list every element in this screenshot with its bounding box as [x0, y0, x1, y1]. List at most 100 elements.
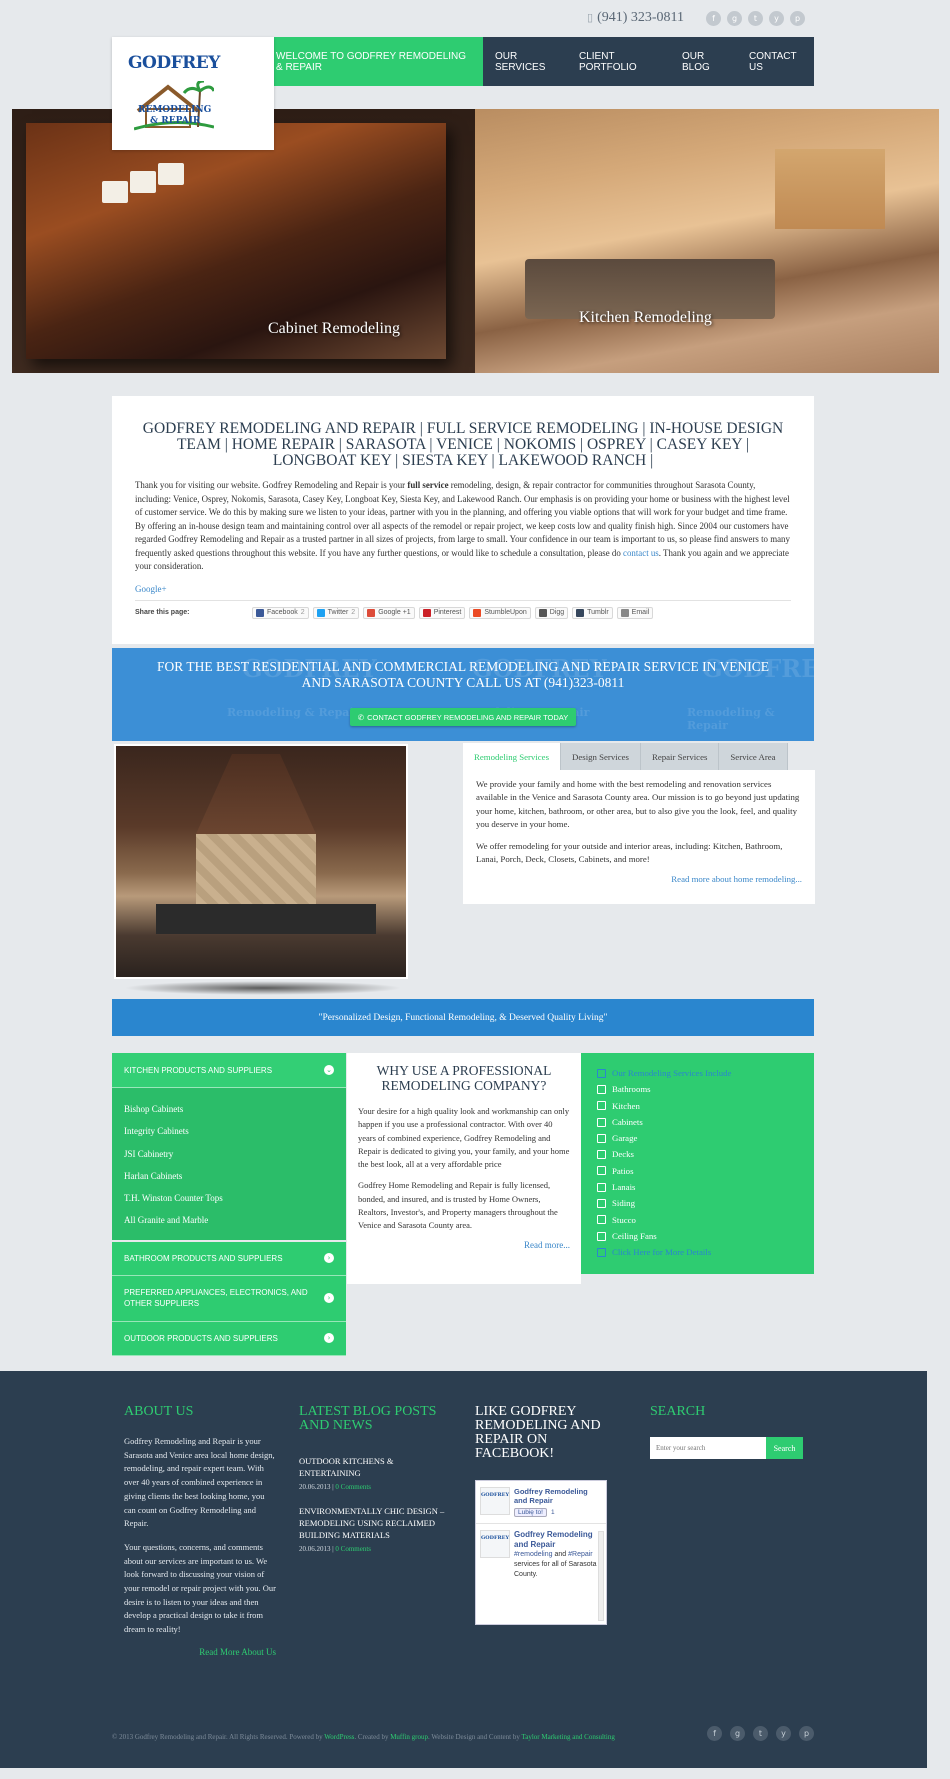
- tab-design-services[interactable]: Design Services: [561, 743, 641, 770]
- google-plus-link[interactable]: Google+: [135, 584, 791, 594]
- services-heading: Our Remodeling Services Include: [597, 1065, 798, 1081]
- intro-title: GODFREY REMODELING AND REPAIR | FULL SER…: [142, 420, 784, 469]
- supplier-item: Integrity Cabinets: [124, 1126, 189, 1137]
- hero-image-kitchen: Kitchen Remodeling: [475, 109, 939, 373]
- youtube-icon[interactable]: y: [769, 11, 784, 26]
- contact-today-button[interactable]: ✆ CONTACT GODFREY REMODELING AND REPAIR T…: [350, 708, 576, 726]
- muffin-group-link[interactable]: Muffin group: [390, 1733, 428, 1741]
- service-item: Cabinets: [597, 1114, 798, 1130]
- why-section: WHY USE A PROFESSIONAL REMODELING COMPAN…: [347, 1053, 581, 1284]
- supplier-item: Bishop Cabinets: [124, 1104, 184, 1114]
- service-item: Patios: [597, 1163, 798, 1179]
- tab-service-area[interactable]: Service Area: [719, 743, 788, 770]
- share-email-button[interactable]: Email: [616, 606, 654, 619]
- supplier-item: T.H. Winston Counter Tops: [124, 1193, 223, 1204]
- footer-about-paragraph-1: Godfrey Remodeling and Repair is your Sa…: [124, 1436, 275, 1529]
- pinterest-icon[interactable]: p: [799, 1726, 814, 1741]
- chevron-right-icon: ›: [324, 1293, 334, 1304]
- header-phone[interactable]: ▯ (941) 323-0811: [587, 10, 684, 26]
- nav-item-client-portfolio[interactable]: CLIENT PORTFOLIO: [567, 37, 670, 86]
- blog-post-title[interactable]: OUTDOOR KITCHENS & ENTERTAINING: [299, 1455, 451, 1479]
- services-more-link[interactable]: Click Here for More Details: [597, 1244, 798, 1260]
- twitter-icon[interactable]: t: [748, 11, 763, 26]
- intro-body: Thank you for visiting our website. Godf…: [135, 480, 790, 571]
- pinterest-icon[interactable]: p: [790, 11, 805, 26]
- header-social-links: f g t y p: [706, 11, 805, 26]
- share-label: Share this page:: [135, 609, 190, 616]
- checkbox-icon: [597, 1166, 606, 1176]
- share-twitter-button[interactable]: Twitter 2: [312, 606, 360, 619]
- share-bar: Share this page: Facebook 2 Twitter 2 Google…: [135, 599, 791, 619]
- accordion-kitchen-header[interactable]: KITCHEN PRODUCTS AND SUPPLIERS ⌄: [112, 1053, 346, 1088]
- tagline-bar: "Personalized Design, Functional Remodel…: [112, 999, 814, 1036]
- why-read-more-link[interactable]: Read more...: [358, 1240, 570, 1250]
- supplier-item: JSI Cabinetry: [124, 1148, 174, 1159]
- google-plus-icon[interactable]: g: [730, 1726, 745, 1741]
- fb-like-button[interactable]: Lubię to!: [514, 1508, 547, 1517]
- fb-post-avatar: GODFREY: [480, 1530, 510, 1558]
- supplier-item: All Granite and Marble: [124, 1215, 209, 1226]
- share-stumbleupon-button[interactable]: StumbleUpon: [469, 606, 531, 619]
- tab-repair-services[interactable]: Repair Services: [640, 743, 720, 770]
- accordion-bathroom-header[interactable]: BATHROOM PRODUCTS AND SUPPLIERS ›: [112, 1241, 346, 1276]
- blog-post-title[interactable]: ENVIRONMENTALLY CHIC DESIGN – REMODELING…: [299, 1505, 451, 1541]
- wordpress-link[interactable]: WordPress: [324, 1733, 354, 1741]
- why-title: WHY USE A PROFESSIONAL REMODELING COMPAN…: [376, 1063, 552, 1093]
- fb-page-header: GODFREY Godfrey Remodeling and Repair Lu…: [476, 1481, 606, 1524]
- checkbox-icon: [597, 1247, 606, 1257]
- why-paragraph-1: Your desire for a high quality look and …: [358, 1106, 570, 1170]
- footer-about-paragraph-2: Your questions, concerns, and comments a…: [124, 1541, 277, 1635]
- kitchen-cabinets-graphic: [775, 149, 885, 229]
- fb-scrollbar[interactable]: [598, 1531, 604, 1621]
- read-more-remodeling-link[interactable]: Read more about home remodeling...: [476, 873, 802, 886]
- service-item: Siding: [597, 1195, 798, 1211]
- services-tabs: Remodeling Services Design Services Repa…: [463, 743, 815, 904]
- share-digg-button[interactable]: Digg: [534, 606, 569, 619]
- facebook-icon[interactable]: f: [706, 11, 721, 26]
- search-input[interactable]: [650, 1437, 766, 1459]
- nav-item-our-services[interactable]: OUR SERVICES: [483, 37, 567, 86]
- youtube-icon[interactable]: y: [776, 1726, 791, 1741]
- cooktop-graphic: [156, 904, 376, 934]
- facebook-icon[interactable]: f: [707, 1726, 722, 1741]
- fb-page-name[interactable]: Godfrey Remodeling and Repair: [514, 1487, 602, 1505]
- nav-item-contact-us[interactable]: CONTACT US: [737, 37, 814, 86]
- accordion-outdoor-header[interactable]: OUTDOOR PRODUCTS AND SUPPLIERS ›: [112, 1321, 346, 1356]
- search-button[interactable]: Search: [766, 1437, 803, 1459]
- fb-like-count: 1: [550, 1509, 555, 1516]
- accordion-kitchen-body: Bishop Cabinets Integrity Cabinets JSI C…: [112, 1088, 346, 1240]
- read-more-about-us-link[interactable]: Read More About Us: [124, 1647, 276, 1657]
- tab-paragraph-2: We offer remodeling for your outside and…: [476, 841, 783, 865]
- nav-item-welcome[interactable]: WELCOME TO GODFREY REMODELING & REPAIR: [264, 37, 483, 86]
- blog-post-meta: 20.06.2013 | 0 Comments: [299, 1483, 371, 1491]
- checkbox-icon: [597, 1199, 606, 1209]
- copyright: © 2013 Godfrey Remodeling and Repair. Al…: [112, 1733, 615, 1741]
- share-digg-icon: [538, 608, 547, 617]
- google-plus-icon[interactable]: g: [727, 11, 742, 26]
- taylor-marketing-link[interactable]: Taylor Marketing and Consulting: [521, 1733, 614, 1741]
- service-item: Ceiling Fans: [597, 1228, 798, 1244]
- twitter-icon[interactable]: t: [753, 1726, 768, 1741]
- blog-post[interactable]: OUTDOOR KITCHENS & ENTERTAINING 20.06.20…: [299, 1455, 451, 1491]
- service-item: Decks: [597, 1146, 798, 1162]
- checkbox-icon: [597, 1182, 606, 1192]
- tab-remodeling-services[interactable]: Remodeling Services: [463, 743, 562, 770]
- checkbox-icon: [597, 1084, 606, 1094]
- accordion-appliances-header[interactable]: PREFERRED APPLIANCES, ELECTRONICS, AND O…: [112, 1275, 346, 1322]
- range-hood-graphic: [196, 754, 316, 834]
- hero-caption-cabinet: Cabinet Remodeling: [268, 320, 400, 337]
- blog-post[interactable]: ENVIRONMENTALLY CHIC DESIGN – REMODELING…: [299, 1505, 451, 1553]
- contact-us-link[interactable]: contact us: [623, 548, 659, 558]
- footer-search: SEARCH: [650, 1405, 802, 1419]
- share-facebook-button[interactable]: Facebook 2: [252, 606, 309, 619]
- share-pinterest-button[interactable]: Pinterest: [418, 606, 466, 619]
- footer-about-title: ABOUT US: [124, 1404, 194, 1419]
- share-tumblr-button[interactable]: Tumblr: [572, 606, 613, 619]
- cta-text: FOR THE BEST RESIDENTIAL AND COMMERCIAL …: [156, 659, 770, 690]
- facebook-like-box[interactable]: GODFREY Godfrey Remodeling and Repair Lu…: [475, 1480, 607, 1625]
- nav-item-our-blog[interactable]: OUR BLOG: [670, 37, 737, 86]
- share-google-1-button[interactable]: Google +1: [363, 606, 415, 619]
- site-logo[interactable]: GODFREY REMODELING & REPAIR: [112, 37, 274, 150]
- pendant-lamp-graphic: [158, 163, 184, 185]
- share-facebook-icon: [256, 608, 264, 617]
